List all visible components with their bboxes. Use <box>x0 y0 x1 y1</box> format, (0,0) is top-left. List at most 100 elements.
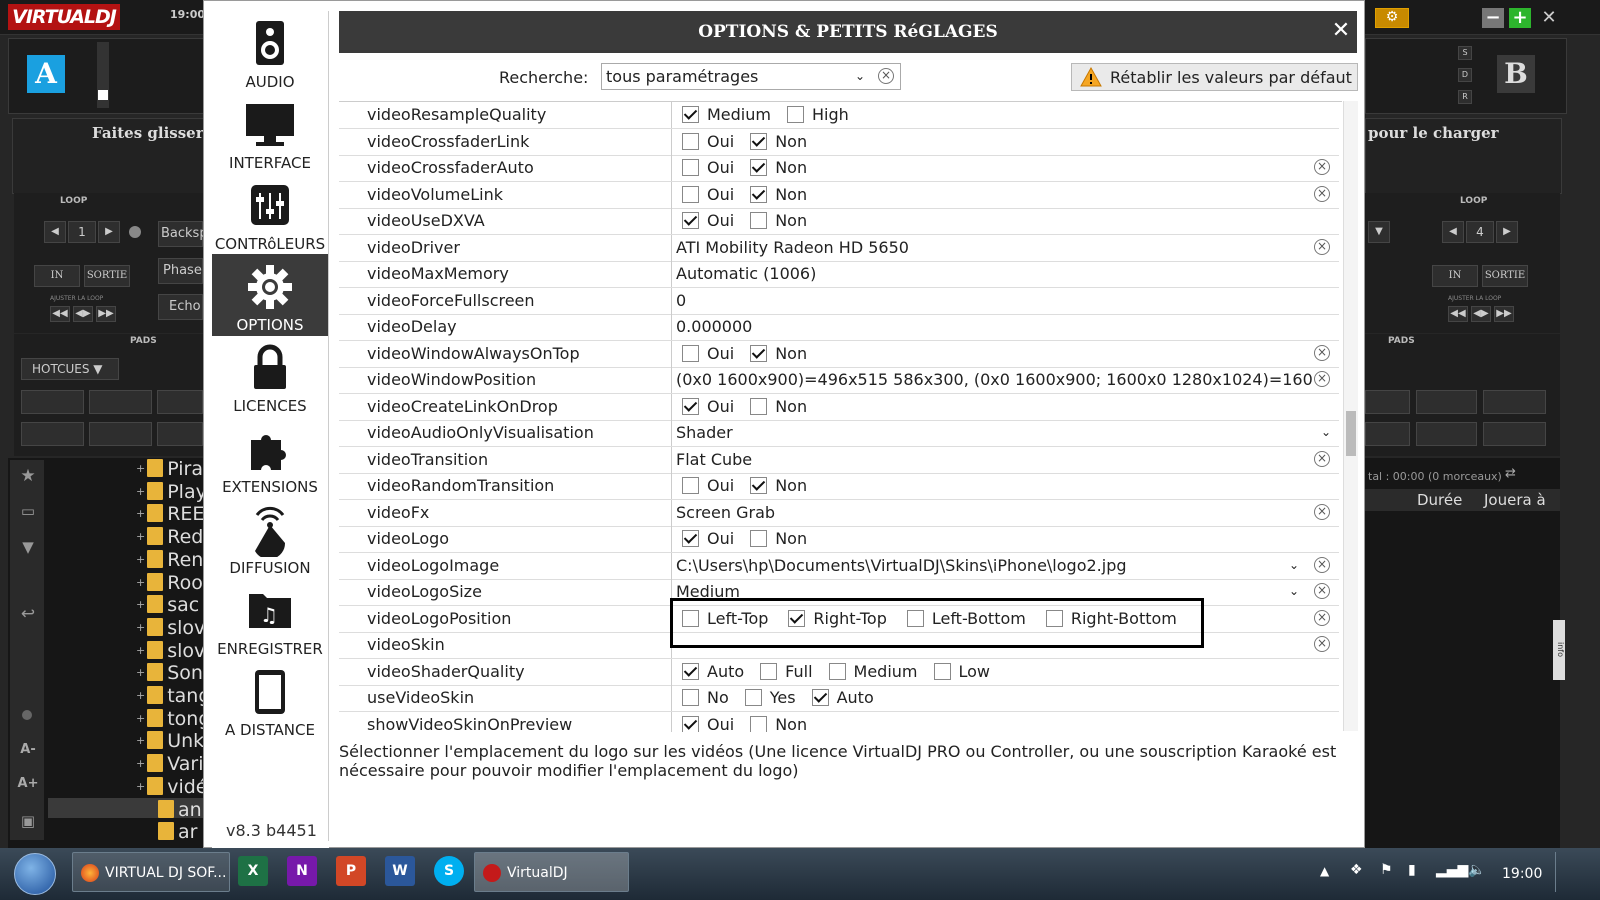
folder-item[interactable]: + Red <box>136 526 203 548</box>
pad-b-7[interactable] <box>1483 422 1546 446</box>
sidebar-item-audio[interactable]: AUDIO <box>212 11 328 93</box>
clear-value-icon[interactable]: × <box>1314 583 1330 599</box>
clear-value-icon[interactable]: × <box>1314 609 1330 626</box>
font-decrease-button[interactable]: A- <box>17 742 39 764</box>
setting-row-videoMaxMemory[interactable]: videoMaxMemory Automatic (1006) <box>339 261 1339 288</box>
clear-value-icon[interactable]: × <box>1314 556 1330 573</box>
fx-slot-3[interactable]: Echo <box>158 294 203 320</box>
scrollbar-thumb[interactable] <box>1346 411 1356 456</box>
loop-increase-b[interactable]: ▶ <box>1496 221 1518 243</box>
checkbox[interactable] <box>933 662 951 680</box>
clear-value-icon[interactable]: × <box>1314 238 1330 255</box>
checkbox[interactable] <box>682 397 699 415</box>
taskbar-virtualdj[interactable]: VirtualDJ <box>474 852 629 892</box>
checkbox[interactable] <box>811 689 829 706</box>
setting-row-videoLogoImage[interactable]: videoLogoImage C:\Users\hp\Documents\Virt… <box>339 552 1339 580</box>
sidebar-item-extensions[interactable]: EXTENSIONS <box>212 416 328 498</box>
sidebar-item-options[interactable]: OPTIONS <box>212 254 328 336</box>
option-auto[interactable]: Auto <box>676 662 744 681</box>
checkbox[interactable] <box>750 344 768 362</box>
setting-value[interactable]: 0 <box>676 291 1312 310</box>
pitch-slider-handle[interactable] <box>98 90 108 100</box>
clear-value-icon[interactable]: × <box>1314 371 1330 387</box>
option-no[interactable]: No <box>676 688 729 707</box>
sidebar-item-diffusion[interactable]: DIFFUSION <box>212 497 328 579</box>
checkbox[interactable] <box>682 344 699 362</box>
start-button[interactable] <box>14 853 56 895</box>
loop-in-button-b[interactable]: IN <box>1432 265 1478 287</box>
setting-value[interactable]: C:\Users\hp\Documents\VirtualDJ\Skins\iP… <box>676 556 1286 575</box>
checkbox[interactable] <box>750 530 768 547</box>
checkbox[interactable] <box>682 662 699 680</box>
option-medium[interactable]: Medium <box>676 105 771 124</box>
setting-row-videoTransition[interactable]: videoTransition Flat Cube × <box>339 446 1339 474</box>
taskbar-powerpoint[interactable]: P <box>336 856 366 886</box>
hotcues-dropdown[interactable]: HOTCUES ▼ <box>21 358 119 380</box>
clear-value-icon[interactable]: × <box>1314 450 1330 467</box>
setting-row-videoCreateLinkOnDrop[interactable]: videoCreateLinkOnDrop Oui Non <box>339 393 1339 421</box>
deck-b-badge[interactable]: B <box>1497 55 1535 93</box>
loop-decrease-a[interactable]: ◀ <box>44 221 66 243</box>
clear-value-icon[interactable]: × <box>1314 503 1330 520</box>
expand-icon[interactable]: + <box>136 780 145 793</box>
option-oui[interactable]: Oui <box>676 158 734 177</box>
checkbox[interactable] <box>682 132 699 150</box>
setting-value[interactable]: Screen Grab <box>676 503 1312 522</box>
expand-icon[interactable]: + <box>136 757 145 770</box>
star-icon[interactable]: ★ <box>17 466 39 488</box>
setting-value[interactable]: Automatic (1006) <box>676 264 1312 283</box>
mode-d-button[interactable]: D <box>1458 68 1472 82</box>
network-icon[interactable]: ▂▄▆ <box>1436 862 1468 878</box>
expand-icon[interactable]: + <box>136 621 145 634</box>
folder-item[interactable]: + Ren <box>136 549 203 571</box>
checkbox[interactable] <box>786 106 804 123</box>
expand-icon[interactable]: + <box>136 507 145 520</box>
option-oui[interactable]: Oui <box>676 185 734 204</box>
folder-item[interactable]: an <box>158 799 202 821</box>
setting-row-videoVolumeLink[interactable]: videoVolumeLink Oui Non × <box>339 181 1339 209</box>
deck-b-dropdown-chevron[interactable]: ▼ <box>1368 221 1390 243</box>
shuffle-icon[interactable]: ⇄ <box>1505 466 1527 484</box>
loop-move-b[interactable]: ◀▶ <box>1471 306 1491 322</box>
checkbox[interactable] <box>750 397 768 415</box>
expand-icon[interactable]: + <box>136 712 145 725</box>
clear-value-icon[interactable]: × <box>1314 159 1330 175</box>
checkbox[interactable] <box>750 212 768 229</box>
checkbox[interactable] <box>682 689 699 706</box>
clear-search-icon[interactable]: × <box>878 68 894 84</box>
column-duree[interactable]: Durée <box>1417 491 1462 509</box>
expand-icon[interactable]: + <box>136 530 145 543</box>
checkbox[interactable] <box>750 159 768 176</box>
close-app-button[interactable]: ✕ <box>1538 8 1560 28</box>
checkbox[interactable] <box>760 662 778 680</box>
minimize-button[interactable]: − <box>1482 8 1504 28</box>
checkbox[interactable] <box>750 477 768 494</box>
sidebar-item-controllers[interactable]: CONTRôLEURS <box>212 173 328 255</box>
folder-item[interactable]: + Play <box>136 481 204 503</box>
setting-row-videoWindowAlwaysOnTop[interactable]: videoWindowAlwaysOnTop Oui Non × <box>339 340 1339 368</box>
setting-row-videoShaderQuality[interactable]: videoShaderQuality Auto Full Medium Low <box>339 658 1339 686</box>
sidebar-item-remote[interactable]: A DISTANCE <box>212 659 328 741</box>
back-arrow-icon[interactable]: ↩ <box>17 604 39 626</box>
expand-icon[interactable]: + <box>136 598 145 611</box>
option-low[interactable]: Low <box>928 662 990 681</box>
setting-row-videoResampleQuality[interactable]: videoResampleQuality Medium High <box>339 102 1339 129</box>
sidebar-item-record[interactable]: ♫ ENREGISTRER <box>212 578 328 660</box>
show-desktop-button[interactable] <box>1555 852 1568 892</box>
option-high[interactable]: High <box>781 105 849 124</box>
taskbar-excel[interactable]: X <box>238 856 268 886</box>
checkbox[interactable] <box>682 477 699 494</box>
option-non[interactable]: Non <box>744 344 807 363</box>
chevron-down-icon[interactable]: ⌄ <box>1321 425 1331 439</box>
window-icon[interactable]: ▣ <box>17 812 39 834</box>
checkbox[interactable] <box>682 212 699 229</box>
setting-row-videoDriver[interactable]: videoDriver ATI Mobility Radeon HD 5650 × <box>339 234 1339 262</box>
chevron-down-icon[interactable]: ⌄ <box>1289 584 1299 598</box>
info-tab[interactable]: info <box>1553 620 1565 680</box>
option-yes[interactable]: Yes <box>739 688 796 707</box>
loop-decrease-b[interactable]: ◀ <box>1442 221 1464 243</box>
option-non[interactable]: Non <box>744 529 807 548</box>
dialog-title-bar[interactable]: OPTIONS & PETITS RéGLAGES ✕ <box>339 11 1357 53</box>
option-oui[interactable]: Oui <box>676 211 734 230</box>
expand-icon[interactable]: + <box>136 462 145 475</box>
